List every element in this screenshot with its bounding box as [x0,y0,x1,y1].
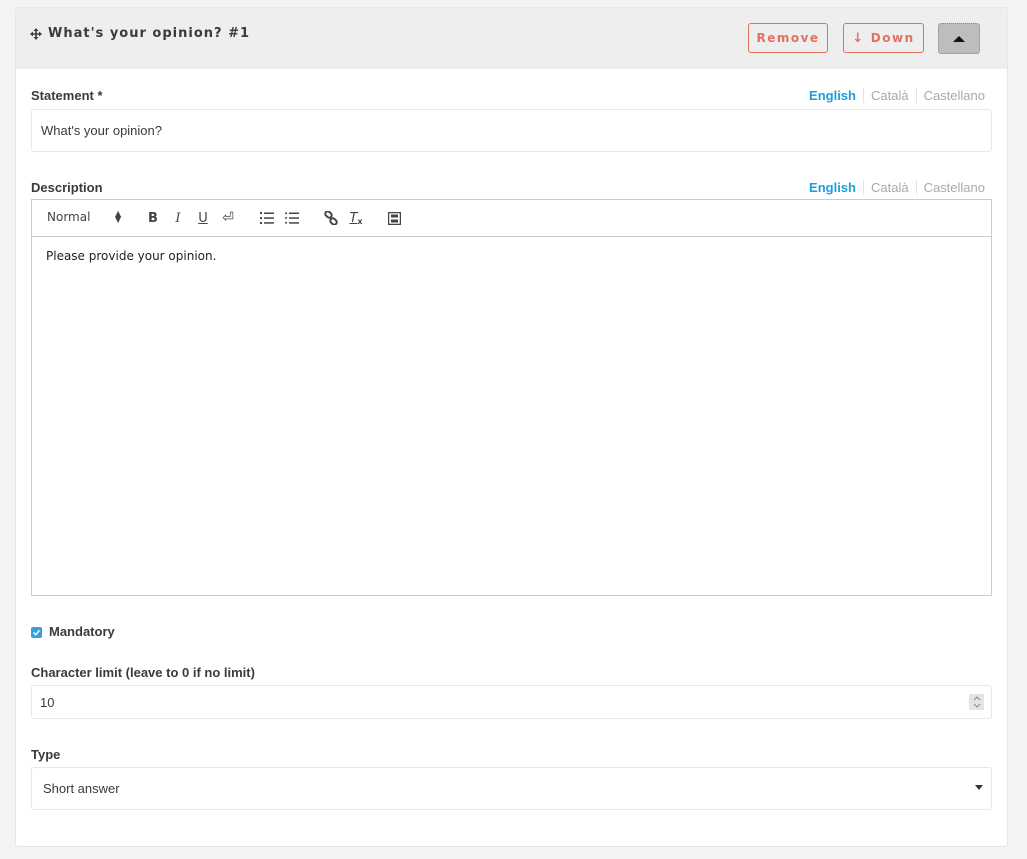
description-tab-catala[interactable]: Català [862,180,916,195]
spinner-arrows-icon [973,696,980,708]
type-select[interactable]: Short answer [31,767,992,810]
description-editor: Normal ▲ ▼ B I U ⏎ Tx Please provide your… [31,199,992,596]
character-limit-value: 10 [40,694,55,710]
statement-input-value: What's your opinion? [41,123,162,138]
description-label: Description [31,180,103,195]
underline-icon[interactable]: U [196,209,210,227]
clear-format-icon[interactable]: Tx [348,209,364,227]
move-arrows-icon[interactable] [30,27,42,40]
question-header: What's your opinion? #1 Remove ↓ Down [16,8,1007,69]
description-tab-castellano[interactable]: Castellano [915,180,985,195]
character-limit-label: Character limit (leave to 0 if no limit) [31,665,255,680]
move-down-button[interactable]: ↓ Down [843,23,924,53]
statement-input[interactable]: What's your opinion? [31,109,992,152]
description-tab-english[interactable]: English [809,180,863,195]
question-panel: What's your opinion? #1 Remove ↓ Down St… [15,7,1008,847]
type-label: Type [31,747,61,762]
statement-language-tabs: English Català Castellano [809,88,985,103]
video-icon[interactable] [386,209,402,227]
move-down-label: Down [870,31,915,45]
description-editor-content[interactable]: Please provide your opinion. [32,237,991,275]
format-select-arrows-icon: ▲ ▼ [115,209,122,224]
collapse-button[interactable] [938,23,980,54]
description-language-tabs: English Català Castellano [809,180,985,195]
linebreak-icon[interactable]: ⏎ [220,209,236,227]
statement-tab-castellano[interactable]: Castellano [915,88,985,103]
statement-label: Statement * [31,88,103,103]
caret-down-icon [975,785,983,790]
format-select-value: Normal [47,210,91,224]
character-limit-input[interactable]: 10 [31,685,992,719]
checkmark-icon [33,629,41,636]
mandatory-checkbox[interactable] [31,627,42,638]
question-title: What's your opinion? #1 [30,26,250,41]
editor-toolbar: Normal ▲ ▼ B I U ⏎ Tx [32,200,991,237]
question-title-text: What's your opinion? #1 [48,26,251,41]
mandatory-label: Mandatory [49,624,115,639]
link-icon[interactable] [323,209,339,227]
caret-up-icon [953,35,965,42]
bold-icon[interactable]: B [146,209,160,227]
number-spinner[interactable] [969,694,984,710]
statement-tab-catala[interactable]: Català [862,88,916,103]
arrow-down-icon: ↓ [852,30,865,46]
ordered-list-icon[interactable] [259,209,275,227]
italic-icon[interactable]: I [171,209,185,227]
type-select-value: Short answer [43,781,120,796]
bullet-list-icon[interactable] [284,209,300,227]
statement-tab-english[interactable]: English [809,88,863,103]
remove-button[interactable]: Remove [748,23,828,53]
